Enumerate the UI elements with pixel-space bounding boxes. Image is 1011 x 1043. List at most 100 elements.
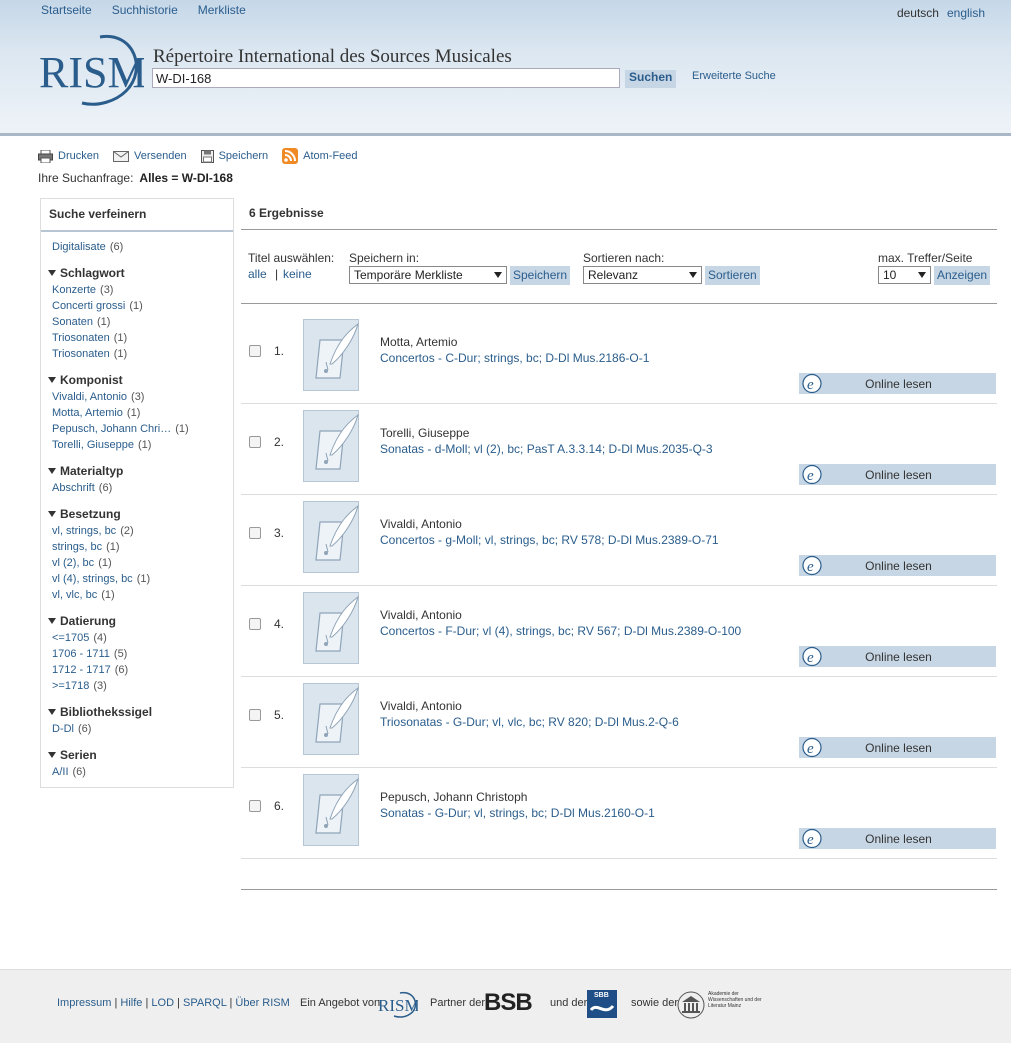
- result-title-link[interactable]: Triosonatas - G-Dur; vl, vlc, bc; RV 820…: [380, 715, 679, 729]
- nav-merkliste[interactable]: Merkliste: [198, 3, 246, 17]
- bsb-logo[interactable]: BSB: [484, 989, 533, 1017]
- result-number: 3.: [274, 526, 285, 540]
- footer-link-impressum[interactable]: Impressum: [57, 997, 111, 1009]
- online-read-button[interactable]: e Online lesen: [799, 464, 996, 485]
- facet-item[interactable]: vl, vlc, bc (1): [52, 589, 115, 601]
- facet-item[interactable]: Concerti grossi (1): [52, 300, 143, 312]
- result-author: Vivaldi, Antonio: [380, 517, 462, 531]
- academy-logo-text: Akademie der Wissenschaften und der Lite…: [708, 991, 762, 1009]
- result-checkbox[interactable]: [249, 527, 261, 539]
- rism-logo[interactable]: RISM: [38, 29, 144, 107]
- language-switch: deutsch english: [897, 6, 985, 20]
- manuscript-thumbnail[interactable]: [303, 501, 359, 573]
- lang-english[interactable]: english: [947, 6, 985, 20]
- atom-feed-label: Atom-Feed: [303, 150, 358, 162]
- footer-link-lod[interactable]: LOD: [151, 997, 174, 1009]
- save-to-list-button[interactable]: Speichern: [510, 266, 571, 285]
- print-button[interactable]: Drucken: [38, 148, 99, 164]
- facet-item[interactable]: Torelli, Giuseppe (1): [52, 439, 151, 451]
- facet-item[interactable]: A/II (6): [52, 766, 86, 778]
- show-button[interactable]: Anzeigen: [934, 266, 991, 285]
- facet-item[interactable]: Vivaldi, Antonio (3): [52, 391, 144, 403]
- online-read-button[interactable]: e Online lesen: [799, 646, 996, 667]
- atom-feed-button[interactable]: Atom-Feed: [282, 148, 358, 164]
- lang-deutsch[interactable]: deutsch: [897, 6, 939, 20]
- footer-link-hilfe[interactable]: Hilfe: [120, 997, 142, 1009]
- facet-item[interactable]: vl, strings, bc (2): [52, 525, 134, 537]
- rism-footer-logo[interactable]: RISM: [378, 990, 418, 1018]
- divider: [241, 229, 997, 230]
- facet-item[interactable]: Triosonaten (1): [52, 348, 127, 360]
- facet-heading-datierung[interactable]: Datierung: [48, 614, 116, 628]
- facet-item[interactable]: Triosonaten (1): [52, 332, 127, 344]
- nav-suchhistorie[interactable]: Suchhistorie: [112, 3, 178, 17]
- result-checkbox[interactable]: [249, 436, 261, 448]
- result-checkbox[interactable]: [249, 709, 261, 721]
- search-button[interactable]: Suchen: [625, 70, 677, 88]
- save-in-select[interactable]: Temporäre Merkliste: [349, 266, 507, 284]
- sort-select[interactable]: Relevanz: [583, 266, 702, 284]
- online-read-button[interactable]: e Online lesen: [799, 555, 996, 576]
- facet-item[interactable]: 1712 - 1717 (6): [52, 664, 128, 676]
- facet-item[interactable]: 1706 - 1711 (5): [52, 648, 127, 660]
- quill-document-icon: [315, 413, 359, 470]
- facet-digitalisate[interactable]: Digitalisate (6): [52, 241, 123, 253]
- online-read-button[interactable]: e Online lesen: [799, 737, 996, 758]
- result-title-link[interactable]: Sonatas - d-Moll; vl (2), bc; PasT A.3.3…: [380, 442, 713, 456]
- expand-triangle-icon: [48, 618, 56, 624]
- max-hits-select[interactable]: 10: [878, 266, 931, 284]
- result-title-link[interactable]: Sonatas - G-Dur; vl, strings, bc; D-Dl M…: [380, 806, 655, 820]
- facet-heading-bibliothekssigel[interactable]: Bibliothekssigel: [48, 705, 152, 719]
- footer-link-ueber-rism[interactable]: Über RISM: [235, 997, 289, 1009]
- result-checkbox[interactable]: [249, 345, 261, 357]
- manuscript-thumbnail[interactable]: [303, 319, 359, 391]
- facet-heading-serien[interactable]: Serien: [48, 748, 97, 762]
- facet-item[interactable]: vl (2), bc (1): [52, 557, 112, 569]
- manuscript-thumbnail[interactable]: [303, 774, 359, 846]
- wave-icon: [589, 1004, 615, 1012]
- academy-building-icon[interactable]: [676, 990, 706, 1020]
- query-label: Ihre Suchanfrage:: [38, 171, 134, 185]
- search-input[interactable]: [152, 68, 620, 88]
- facet-item[interactable]: Pepusch, Johann Chri… (1): [52, 423, 189, 435]
- facet-item[interactable]: strings, bc (1): [52, 541, 120, 553]
- result-author: Pepusch, Johann Christoph: [380, 790, 528, 804]
- select-all-link[interactable]: alle: [248, 267, 267, 281]
- manuscript-thumbnail[interactable]: [303, 592, 359, 664]
- nav-startseite[interactable]: Startseite: [41, 3, 92, 17]
- facet-heading-komponist[interactable]: Komponist: [48, 373, 123, 387]
- facet-item[interactable]: D-Dl (6): [52, 723, 91, 735]
- result-title-link[interactable]: Concertos - F-Dur; vl (4), strings, bc; …: [380, 624, 741, 638]
- facet-heading-schlagwort[interactable]: Schlagwort: [48, 266, 125, 280]
- send-button[interactable]: Versenden: [112, 148, 187, 164]
- also-text: sowie der: [631, 997, 679, 1009]
- select-titles-label: Titel auswählen:: [248, 251, 335, 265]
- facet-item[interactable]: Konzerte (3): [52, 284, 113, 296]
- online-read-button[interactable]: e Online lesen: [799, 828, 996, 849]
- sbb-logo[interactable]: SBB: [587, 990, 617, 1018]
- online-read-button[interactable]: e Online lesen: [799, 373, 996, 394]
- facet-item[interactable]: vl (4), strings, bc (1): [52, 573, 150, 585]
- advanced-search-link[interactable]: Erweiterte Suche: [692, 70, 776, 82]
- manuscript-thumbnail[interactable]: [303, 410, 359, 482]
- result-checkbox[interactable]: [249, 618, 261, 630]
- facet-item[interactable]: <=1705 (4): [52, 632, 107, 644]
- floppy-disk-icon: [200, 149, 214, 163]
- sidebar-divider: [41, 230, 233, 232]
- facet-item[interactable]: >=1718 (3): [52, 680, 107, 692]
- manuscript-thumbnail[interactable]: [303, 683, 359, 755]
- facet-heading-besetzung[interactable]: Besetzung: [48, 507, 121, 521]
- sort-button[interactable]: Sortieren: [705, 266, 760, 285]
- facet-item[interactable]: Abschrift (6): [52, 482, 112, 494]
- quill-document-icon: [315, 504, 359, 561]
- facet-heading-materialtyp[interactable]: Materialtyp: [48, 464, 123, 478]
- footer-link-sparql[interactable]: SPARQL: [183, 997, 226, 1009]
- save-button[interactable]: Speichern: [200, 148, 268, 164]
- result-title-link[interactable]: Concertos - C-Dur; strings, bc; D-Dl Mus…: [380, 351, 649, 365]
- offer-text: Ein Angebot von: [300, 997, 381, 1009]
- result-title-link[interactable]: Concertos - g-Moll; vl, strings, bc; RV …: [380, 533, 719, 547]
- result-checkbox[interactable]: [249, 800, 261, 812]
- facet-item[interactable]: Sonaten (1): [52, 316, 110, 328]
- select-none-link[interactable]: keine: [283, 267, 312, 281]
- facet-item[interactable]: Motta, Artemio (1): [52, 407, 140, 419]
